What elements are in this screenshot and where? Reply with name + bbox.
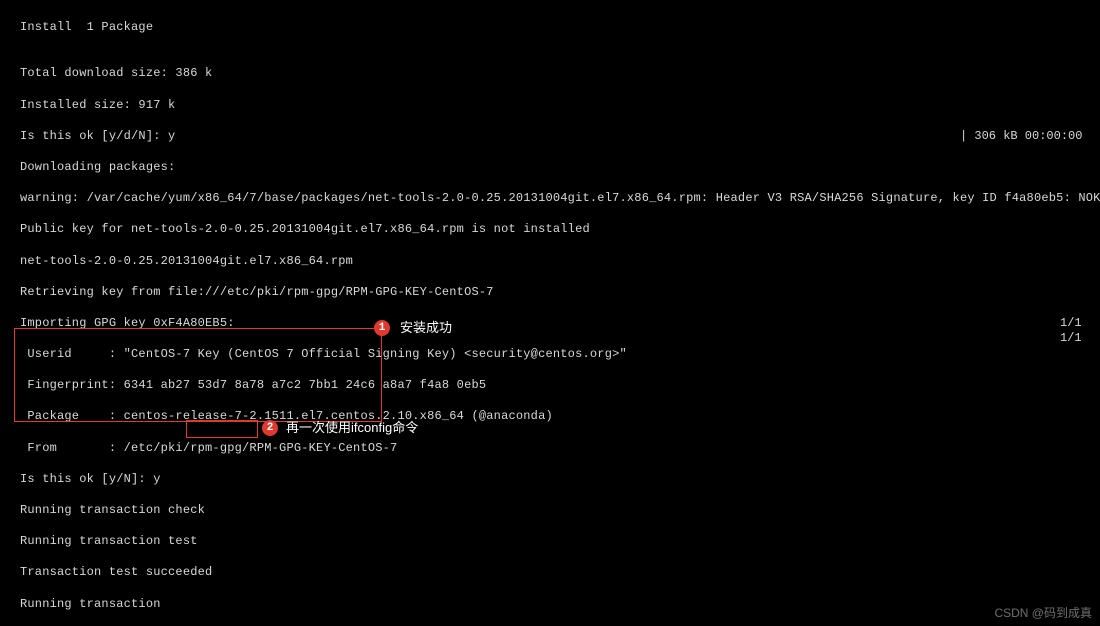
line-confirm1: Is this ok [y/d/N]: y bbox=[20, 129, 1092, 145]
line-install-header: Install 1 Package bbox=[20, 20, 1092, 36]
terminal-output[interactable]: Install 1 Package Total download size: 3… bbox=[0, 0, 1100, 626]
line-pubkey: Public key for net-tools-2.0-0.25.201310… bbox=[20, 222, 1092, 238]
line-warning: warning: /var/cache/yum/x86_64/7/base/pa… bbox=[20, 191, 1092, 207]
installing-count: 1/1 bbox=[1060, 316, 1082, 332]
line-tx-succeeded: Transaction test succeeded bbox=[20, 565, 1092, 581]
line-userid: Userid : "CentOS-7 Key (CentOS 7 Officia… bbox=[20, 347, 1092, 363]
line-installed-size: Installed size: 917 k bbox=[20, 98, 1092, 114]
line-importing: Importing GPG key 0xF4A80EB5: bbox=[20, 316, 1092, 332]
verifying-count: 1/1 bbox=[1060, 331, 1082, 347]
line-downloading: Downloading packages: bbox=[20, 160, 1092, 176]
line-package: Package : centos-release-7-2.1511.el7.ce… bbox=[20, 409, 1092, 425]
line-run-tx: Running transaction bbox=[20, 597, 1092, 613]
line-confirm2: Is this ok [y/N]: y bbox=[20, 472, 1092, 488]
pkg-size: | 306 kB 00:00:00 bbox=[960, 129, 1082, 145]
line-retrieve: Retrieving key from file:///etc/pki/rpm-… bbox=[20, 285, 1092, 301]
line-from: From : /etc/pki/rpm-gpg/RPM-GPG-KEY-Cent… bbox=[20, 441, 1092, 457]
line-run-test: Running transaction test bbox=[20, 534, 1092, 550]
line-pkg: net-tools-2.0-0.25.20131004git.el7.x86_6… bbox=[20, 254, 1092, 270]
line-total-dl: Total download size: 386 k bbox=[20, 66, 1092, 82]
line-run-check: Running transaction check bbox=[20, 503, 1092, 519]
line-fingerprint: Fingerprint: 6341 ab27 53d7 8a78 a7c2 7b… bbox=[20, 378, 1092, 394]
